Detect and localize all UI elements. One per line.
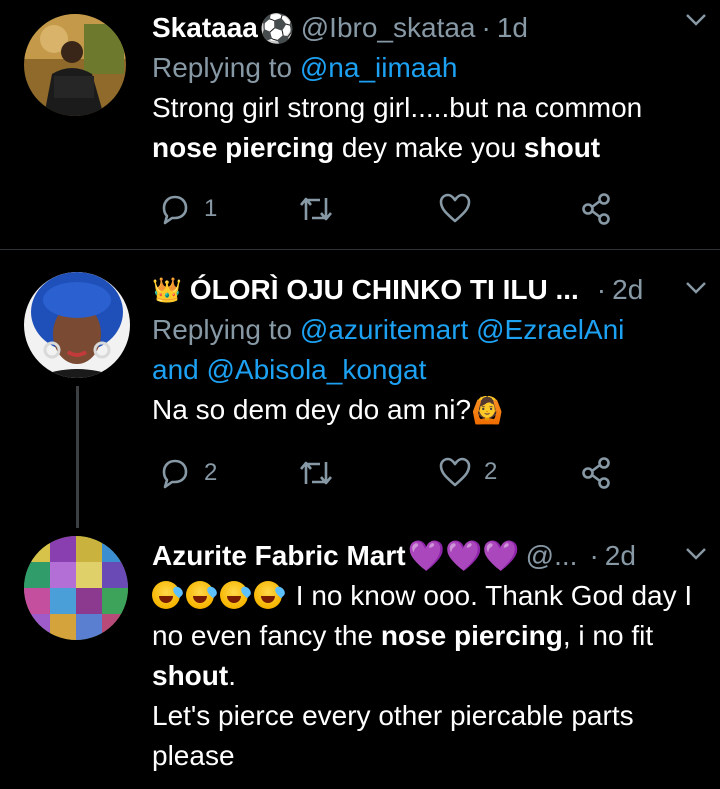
mention-link[interactable]: @Abisola_kongat bbox=[207, 354, 427, 385]
avatar[interactable] bbox=[24, 536, 128, 640]
separator-dot: · bbox=[589, 540, 599, 571]
text-segment: , i no fit bbox=[562, 620, 654, 651]
tweet-text: Strong girl strong girl.....but na commo… bbox=[152, 88, 700, 168]
mention-link[interactable]: @na_iimaah bbox=[300, 52, 458, 83]
text-segment: Na so dem dey do am ni? bbox=[152, 394, 472, 425]
text-bold: shout bbox=[152, 660, 229, 691]
timestamp[interactable]: 2d bbox=[605, 540, 636, 572]
share-button[interactable] bbox=[580, 456, 614, 490]
retweet-button[interactable] bbox=[298, 456, 334, 490]
like-button[interactable]: 2 bbox=[438, 456, 497, 488]
purple-hearts-icon: 💜💜💜 bbox=[407, 539, 520, 573]
crown-icon: 👑 bbox=[152, 276, 182, 304]
retweet-button[interactable] bbox=[298, 192, 334, 226]
thread-line bbox=[76, 386, 79, 528]
tweet-text: Na so dem dey do am ni?🙆 bbox=[152, 390, 700, 430]
separator-dot: · bbox=[596, 274, 607, 305]
author-name[interactable]: Azurite Fabric Mart bbox=[152, 540, 406, 572]
text-line: Let's pierce every other piercable parts… bbox=[152, 700, 634, 771]
retweet-icon bbox=[300, 461, 332, 485]
tweet-1[interactable]: Skataaa ⚽ @Ibro_skataa · 1d Replying to … bbox=[0, 0, 720, 248]
text-bold: nose piercing bbox=[380, 620, 563, 651]
share-icon bbox=[582, 193, 610, 225]
person-gesturing-ok-icon: 🙆 bbox=[471, 395, 504, 425]
avatar[interactable] bbox=[24, 272, 130, 378]
separator-dot: · bbox=[481, 12, 491, 43]
like-count: 2 bbox=[484, 458, 498, 485]
heart-icon bbox=[439, 457, 471, 487]
heart-icon bbox=[439, 193, 471, 223]
timestamp[interactable]: 2d bbox=[612, 274, 643, 306]
text-bold: nose piercing bbox=[152, 132, 335, 163]
timestamp[interactable]: 1d bbox=[497, 12, 528, 44]
tweet-3[interactable]: Azurite Fabric Mart 💜💜💜 @... · 2d I no k… bbox=[0, 530, 720, 789]
mention-link[interactable]: @azuritemart bbox=[300, 314, 468, 345]
reply-count: 1 bbox=[204, 195, 218, 222]
soccer-ball-icon: ⚽ bbox=[259, 12, 295, 44]
like-button[interactable] bbox=[438, 192, 472, 224]
tweet-2[interactable]: 👑 ÓLORÌ OJU CHINKO TI ILU ... · 2d Reply… bbox=[0, 250, 720, 530]
share-icon bbox=[582, 457, 610, 489]
author-name[interactable]: Skataaa bbox=[152, 12, 258, 44]
replying-label: Replying to bbox=[152, 314, 293, 345]
replying-to: Replying to @azuritemart @EzraelAni and … bbox=[152, 310, 700, 390]
text-segment: dey make you bbox=[334, 132, 524, 163]
author-handle[interactable]: @... bbox=[526, 540, 578, 572]
replying-and: and bbox=[152, 354, 199, 385]
chevron-down-icon[interactable] bbox=[684, 276, 708, 302]
replying-to: Replying to @na_iimaah bbox=[152, 48, 700, 88]
mention-link[interactable]: @EzraelAni bbox=[476, 314, 624, 345]
retweet-icon bbox=[300, 197, 332, 221]
avatar[interactable] bbox=[24, 14, 126, 116]
reply-button[interactable]: 1 bbox=[158, 192, 217, 226]
reply-button[interactable]: 2 bbox=[158, 456, 217, 490]
reply-icon bbox=[162, 459, 188, 489]
chevron-down-icon[interactable] bbox=[684, 542, 708, 568]
text-bold: shout bbox=[523, 132, 601, 163]
laughing-sweat-emoji bbox=[152, 580, 288, 611]
reply-icon bbox=[162, 195, 188, 225]
author-name[interactable]: ÓLORÌ OJU CHINKO TI ILU ... bbox=[190, 274, 579, 306]
replying-label: Replying to bbox=[152, 52, 293, 83]
tweet-text: I no know ooo. Thank God day I no even f… bbox=[152, 576, 700, 776]
author-handle[interactable]: @Ibro_skataa bbox=[301, 12, 476, 44]
text-segment: . bbox=[228, 660, 236, 691]
share-button[interactable] bbox=[580, 192, 614, 226]
reply-count: 2 bbox=[204, 459, 218, 486]
chevron-down-icon[interactable] bbox=[684, 8, 708, 34]
text-segment: Strong girl strong girl.....but na commo… bbox=[152, 92, 643, 123]
